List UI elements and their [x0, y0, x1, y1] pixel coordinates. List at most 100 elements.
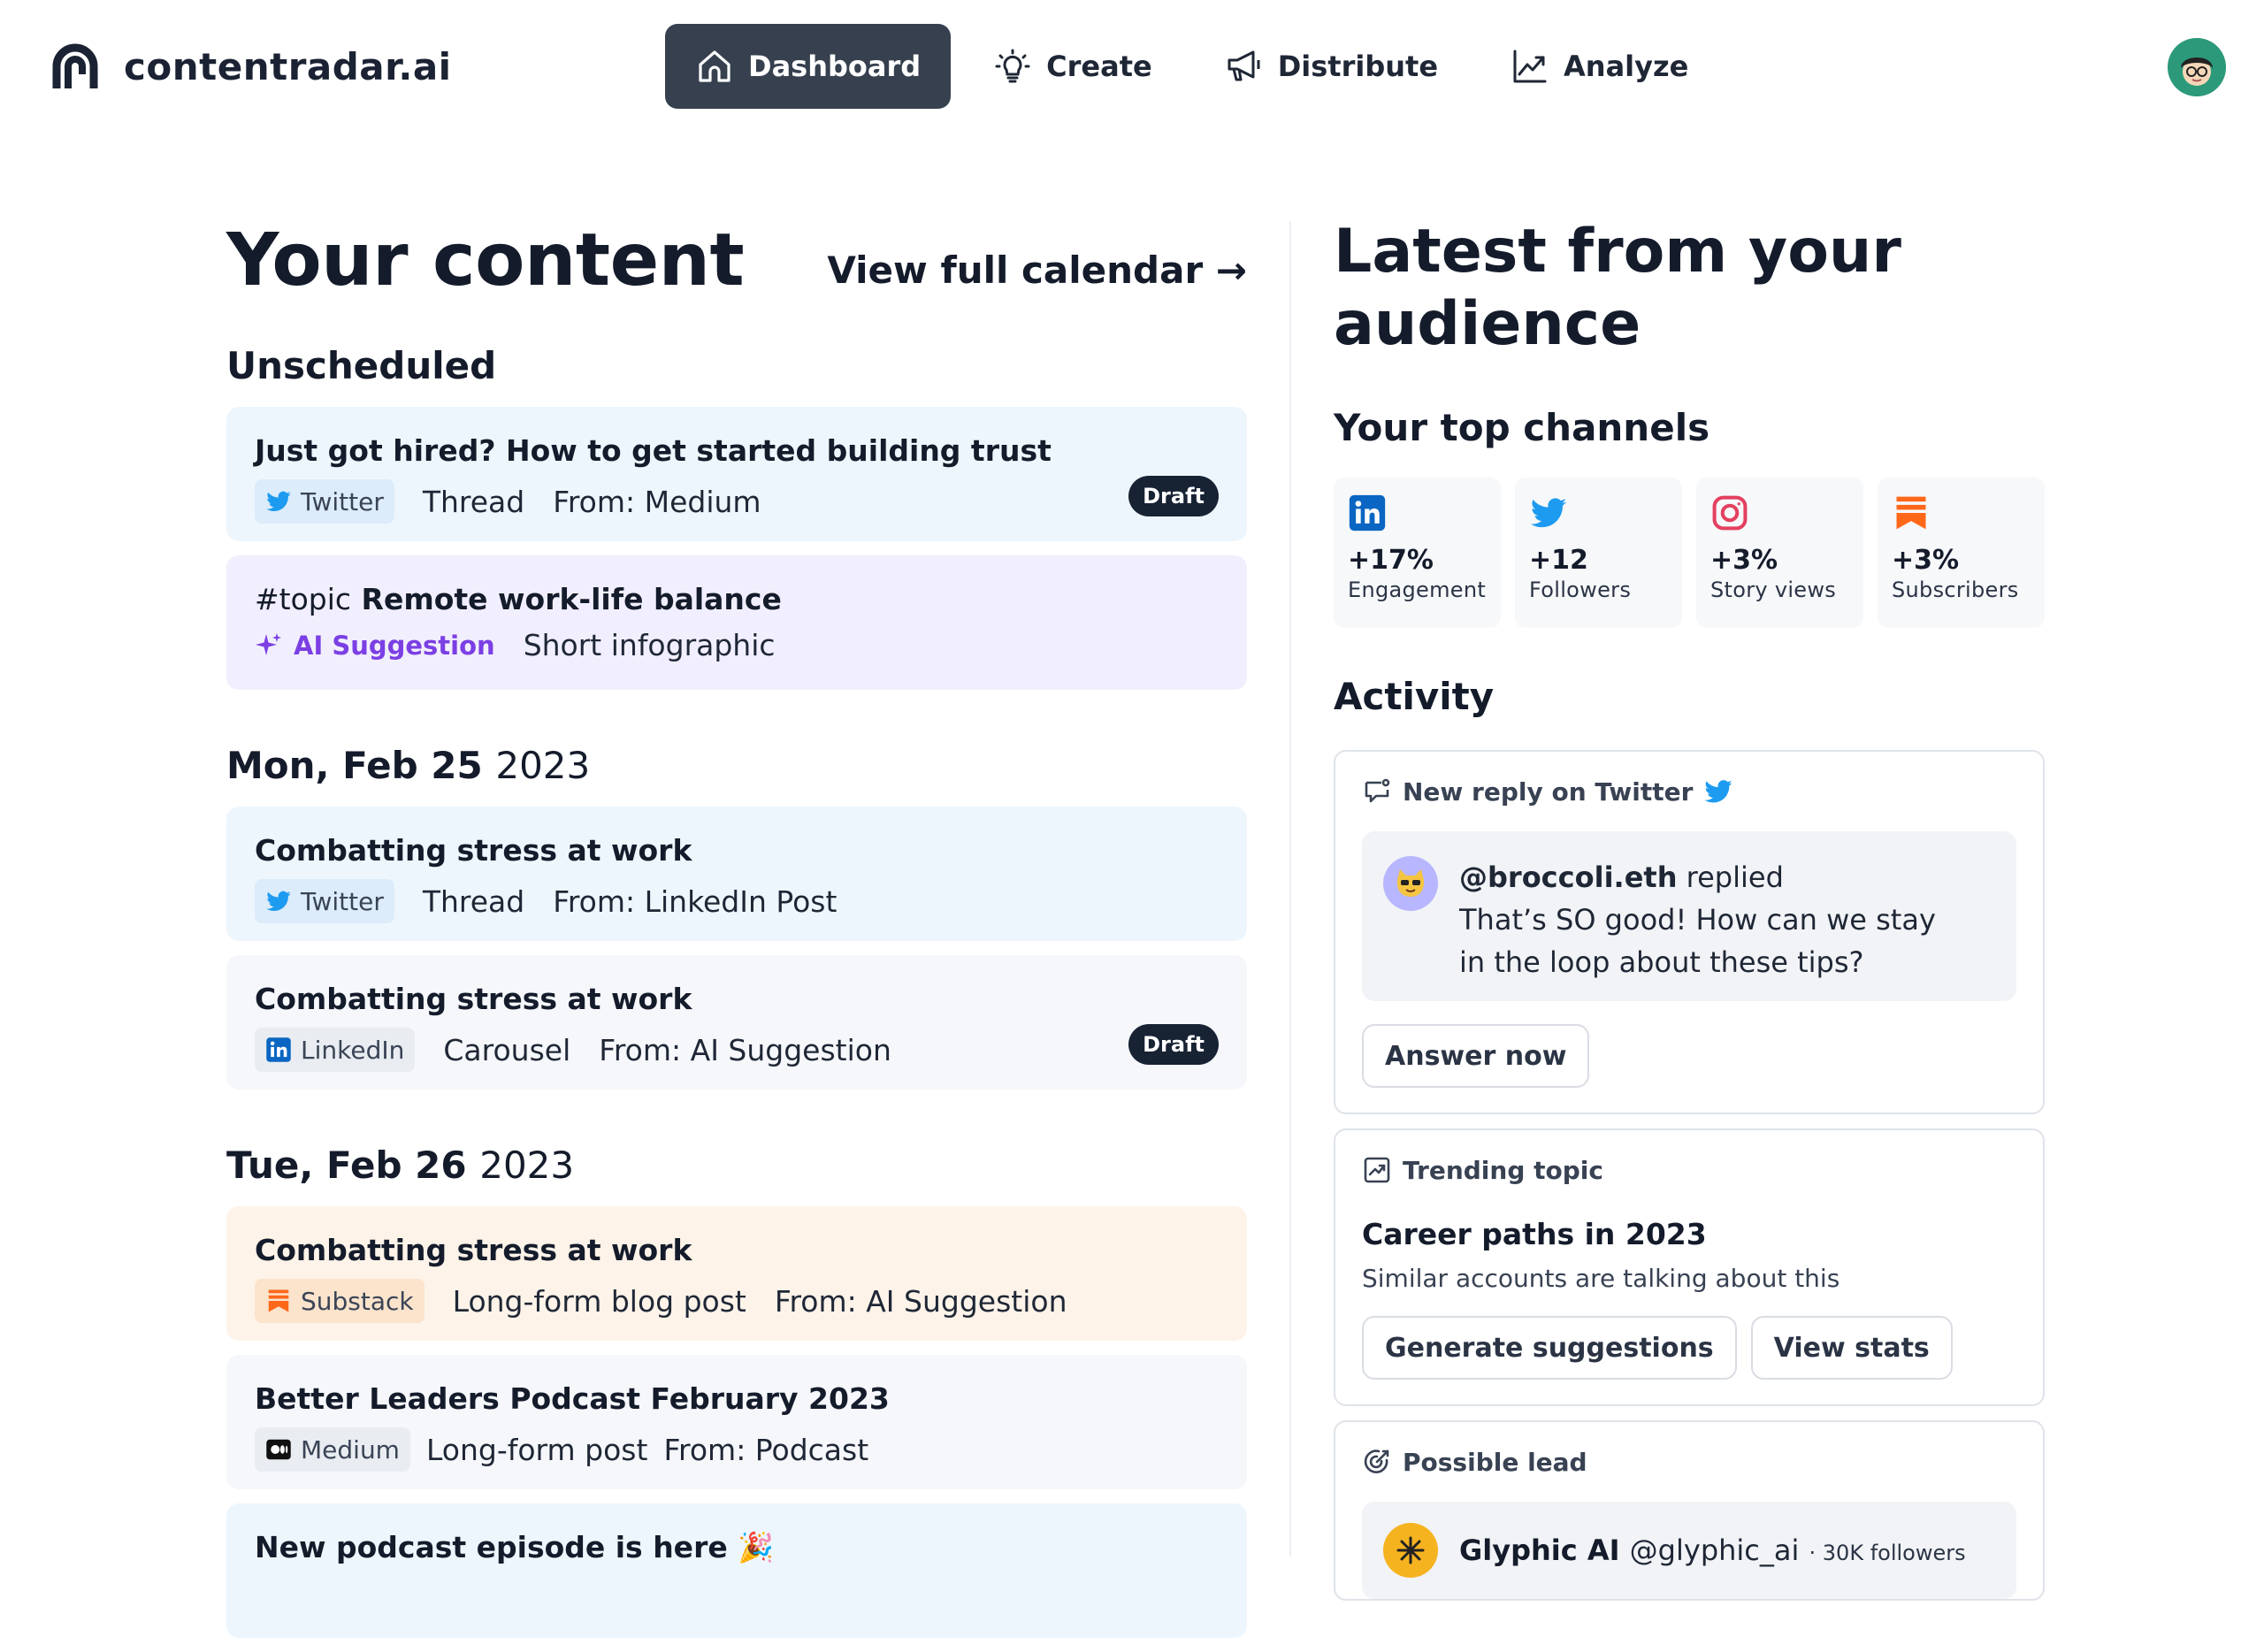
medium-icon [266, 1439, 291, 1460]
lead-profile[interactable]: Glyphic AI @glyphic_ai · 30K followers [1362, 1502, 2016, 1599]
content-card-title: New podcast episode is here 🎉 [255, 1530, 775, 1564]
reply-panel-header: New reply on Twitter [1403, 776, 1694, 807]
lightbulb-icon [995, 49, 1030, 83]
trend-chart-icon [1513, 50, 1547, 83]
content-card[interactable]: Just got hired? How to get started build… [226, 407, 1247, 541]
nav-dashboard-label: Dashboard [748, 50, 922, 83]
channel-label: Followers [1529, 577, 1632, 602]
brand-name: contentradar.ai [124, 44, 452, 88]
audience-title-line: Latest from your [1334, 217, 1901, 287]
channel-card-twitter[interactable]: +12 Followers [1515, 478, 1682, 628]
ai-suggestion-label: AI Suggestion [294, 630, 495, 661]
content-card-title: Better Leaders Podcast February 2023 [255, 1381, 890, 1416]
substack-icon [268, 1289, 289, 1312]
activity-lead-panel: Possible lead Glyphic AI @glyphic_ai · 3… [1334, 1420, 2045, 1601]
topic-tag: #topic [255, 582, 352, 616]
twitter-icon [1530, 498, 1567, 528]
content-source: From: AI Suggestion [774, 1283, 1067, 1319]
top-channels-heading: Your top channels [1334, 406, 1710, 449]
user-avatar[interactable] [2168, 38, 2226, 96]
answer-now-button[interactable]: Answer now [1362, 1024, 1590, 1088]
nav-dashboard[interactable]: Dashboard [665, 24, 952, 109]
cat-face-icon [1396, 869, 1425, 897]
nav-distribute[interactable]: Distribute [1195, 24, 1468, 109]
draft-badge: Draft [1128, 476, 1219, 516]
glyphic-logo-icon [1396, 1536, 1425, 1564]
generate-suggestions-button[interactable]: Generate suggestions [1362, 1316, 1737, 1380]
lead-panel-header: Possible lead [1403, 1447, 1587, 1477]
content-card[interactable]: Combatting stress at work Twitter Thread… [226, 807, 1247, 941]
instagram-icon [1712, 495, 1748, 531]
platform-label: LinkedIn [301, 1035, 405, 1065]
content-source: From: Medium [553, 484, 761, 519]
content-card-title: Combatting stress at work [255, 982, 692, 1016]
channel-value: +17% [1348, 545, 1434, 576]
channel-card-linkedin[interactable]: +17% Engagement [1334, 478, 1501, 628]
activity-heading: Activity [1334, 675, 1495, 718]
trending-topic-title: Career paths in 2023 [1362, 1217, 1707, 1251]
platform-chip-twitter: Twitter [255, 479, 394, 524]
content-source: From: AI Suggestion [599, 1032, 891, 1067]
nav-distribute-label: Distribute [1277, 50, 1439, 83]
content-card[interactable]: New podcast episode is here 🎉 [226, 1503, 1247, 1638]
platform-chip-linkedin: LinkedIn [255, 1028, 416, 1072]
brand-logo[interactable]: contentradar.ai [46, 37, 452, 96]
trending-topic-subtitle: Similar accounts are talking about this [1362, 1264, 1840, 1293]
content-card[interactable]: Better Leaders Podcast February 2023 Med… [226, 1355, 1247, 1489]
content-source: From: LinkedIn Post [553, 883, 838, 919]
replier-handle[interactable]: @broccoli.eth [1459, 860, 1677, 894]
content-card[interactable]: #topic Remote work-life balance AI Sugge… [226, 555, 1247, 690]
date-heading: Tue, Feb 26 2023 [226, 1143, 1247, 1189]
top-channels: +17% Engagement +12 Followers +3% Story … [1334, 478, 2045, 628]
reply-body: That’s SO good! How can we stay in the l… [1459, 903, 1936, 979]
ai-suggestion-chip: AI Suggestion [255, 631, 495, 661]
user-avatar-illustration [2168, 38, 2226, 96]
activity-trending-panel: Trending topic Career paths in 2023 Simi… [1334, 1128, 2045, 1406]
date-year: 2023 [479, 1143, 575, 1187]
content-card[interactable]: Combatting stress at work LinkedIn Carou… [226, 955, 1247, 1090]
content-format: Short infographic [523, 628, 776, 662]
date-heading: Mon, Feb 25 2023 [226, 743, 1247, 789]
reply-message: @broccoli.eth replied That’s SO good! Ho… [1362, 831, 2016, 1001]
nav-analyze[interactable]: Analyze [1480, 24, 1718, 109]
channel-value: +12 [1529, 545, 1588, 576]
activity-reply-panel: New reply on Twitter @broccoli.eth repli… [1334, 750, 2045, 1114]
platform-label: Substack [301, 1286, 414, 1316]
platform-label: Twitter [301, 486, 384, 516]
content-card-title: Combatting stress at work [255, 1233, 692, 1267]
trending-chart-icon [1364, 1157, 1390, 1183]
channel-value: +3% [1892, 545, 1960, 576]
main-nav: Dashboard Create Distribute Analyze [665, 24, 1718, 109]
channel-label: Engagement [1348, 577, 1487, 602]
home-icon [699, 50, 730, 82]
content-column: Your content View full calendar → Unsche… [226, 212, 1247, 1652]
channel-value: +3% [1710, 545, 1778, 576]
content-card[interactable]: Combatting stress at work Substack Long-… [226, 1206, 1247, 1341]
content-format: Long-form blog post [452, 1283, 746, 1319]
lead-avatar [1383, 1523, 1438, 1578]
date-label: Tue, Feb 26 [226, 1143, 467, 1187]
channel-label: Story views [1710, 577, 1837, 602]
linkedin-icon [266, 1037, 291, 1062]
audience-title: Latest from your audience [1334, 216, 2045, 361]
platform-chip-twitter: Twitter [255, 879, 394, 923]
trending-panel-header: Trending topic [1403, 1155, 1603, 1185]
channel-card-substack[interactable]: +3% Subscribers [1878, 478, 2045, 628]
content-card-title: #topic Remote work-life balance [255, 580, 1219, 619]
content-format: Thread [422, 484, 525, 519]
platform-label: Twitter [301, 886, 384, 916]
nav-create[interactable]: Create [963, 24, 1182, 109]
page-title: Your content [226, 218, 745, 302]
platform-chip-medium: Medium [255, 1427, 410, 1472]
radar-logo-icon [52, 43, 98, 88]
view-stats-button[interactable]: View stats [1750, 1316, 1953, 1380]
sparkle-icon [256, 632, 281, 655]
content-card-title: Combatting stress at work [255, 833, 692, 868]
replier-avatar [1383, 856, 1438, 911]
channel-card-instagram[interactable]: +3% Story views [1696, 478, 1863, 628]
target-icon [1364, 1449, 1389, 1473]
content-card-title: Just got hired? How to get started build… [255, 433, 1052, 468]
view-calendar-link[interactable]: View full calendar → [827, 249, 1247, 292]
audience-column: Latest from your audience Your top chann… [1334, 216, 2045, 1601]
twitter-icon [266, 491, 291, 512]
